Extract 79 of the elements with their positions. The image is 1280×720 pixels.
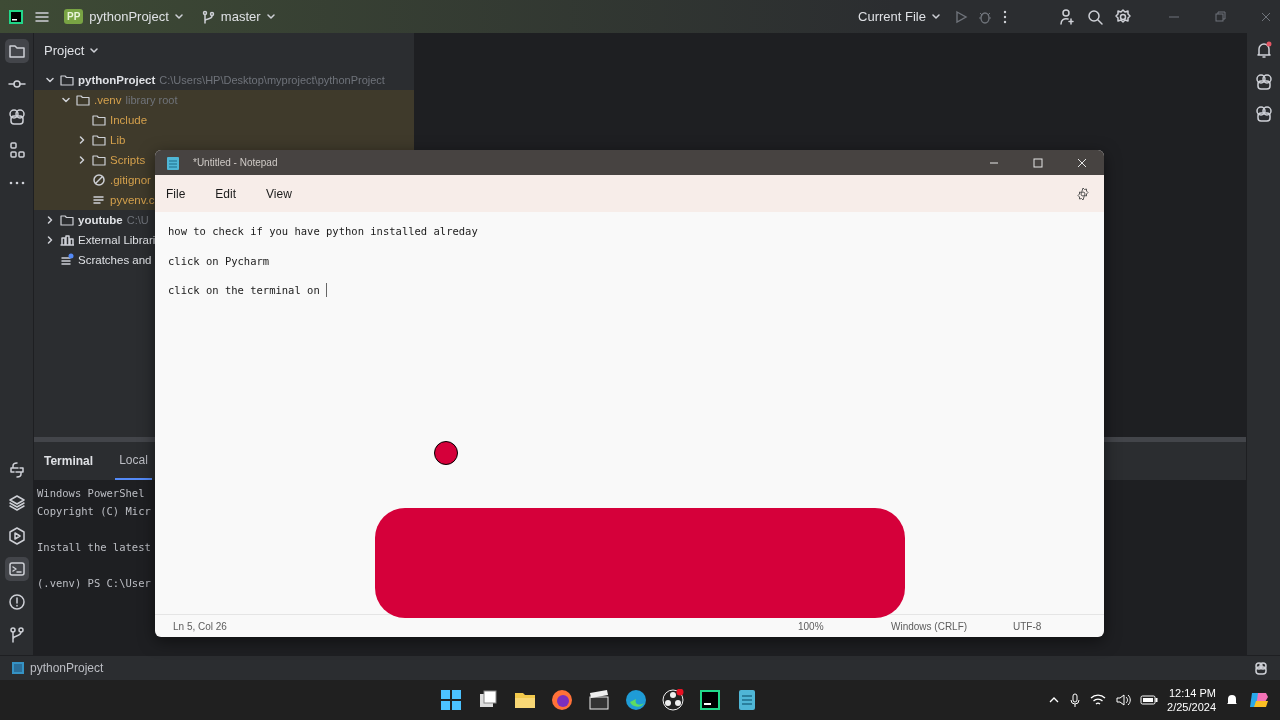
scratch-icon <box>60 253 74 267</box>
chevron-icon <box>174 12 183 21</box>
tree-item[interactable]: Lib <box>110 134 126 146</box>
terminal-line: Windows PowerShel <box>37 487 145 499</box>
robot-icon[interactable] <box>1254 73 1273 91</box>
terminal-line: Install the latest <box>37 541 151 553</box>
project-icon <box>12 662 24 674</box>
microphone-icon[interactable] <box>1069 693 1082 707</box>
clapper-icon[interactable] <box>588 689 611 711</box>
settings-icon[interactable] <box>1076 186 1090 201</box>
breadcrumb[interactable]: pythonProject <box>30 661 104 675</box>
tree-item[interactable]: .venv <box>94 94 122 106</box>
search-icon[interactable] <box>1086 7 1104 26</box>
clock-time[interactable]: 12:14 PM <box>1168 686 1216 700</box>
app-logo-icon[interactable] <box>8 8 24 25</box>
robot-icon[interactable] <box>1254 105 1273 123</box>
menu-item[interactable]: View <box>257 182 301 205</box>
tree-item[interactable]: External Librari <box>78 234 156 246</box>
blocked-icon <box>92 173 106 187</box>
status-text: 100% <box>798 620 825 632</box>
library-icon <box>60 233 74 247</box>
chevron-icon <box>90 46 99 55</box>
tree-item[interactable]: youtube <box>78 214 123 226</box>
browser-icon[interactable] <box>551 689 574 711</box>
settings-icon[interactable] <box>1114 7 1132 26</box>
text-line: click on Pycharm <box>168 253 270 269</box>
path-hint: library root <box>125 94 178 106</box>
menu-item[interactable]: File <box>157 182 195 205</box>
record-icon[interactable] <box>662 689 685 711</box>
maximize-icon[interactable] <box>1033 157 1043 168</box>
bell-icon[interactable] <box>1225 693 1239 707</box>
browser-icon[interactable] <box>625 689 648 711</box>
tree-item[interactable]: pythonProject <box>78 74 156 86</box>
folder-icon <box>76 93 90 107</box>
folder-icon <box>60 213 74 227</box>
folder-icon <box>92 153 106 167</box>
panel-title[interactable]: Project <box>44 43 85 58</box>
text-line: click on the terminal on <box>168 283 321 298</box>
chevron-icon <box>932 12 940 21</box>
add-user-icon[interactable] <box>1058 7 1076 26</box>
panel-title: Terminal <box>44 454 94 468</box>
tree-item[interactable]: Scripts <box>110 154 146 166</box>
chevron-icon <box>266 12 275 21</box>
folder-icon <box>92 113 106 127</box>
file-lines-icon <box>92 193 106 207</box>
robot-icon[interactable] <box>1254 661 1268 675</box>
tree-item[interactable]: Scratches and <box>78 254 152 266</box>
text-line: how to check if you have python installed alreday <box>168 224 478 239</box>
status-text: UTF-8 <box>1013 620 1043 632</box>
branch-selector[interactable]: master <box>196 7 279 26</box>
bug-icon[interactable] <box>978 9 992 24</box>
project-selector[interactable]: PP pythonProject <box>60 7 187 26</box>
status-text: Ln 5, Col 26 <box>173 620 228 632</box>
terminal-line: Copyright (C) Micr <box>37 505 151 517</box>
terminal-tab[interactable]: Local <box>115 442 152 480</box>
notepad-icon <box>167 155 179 170</box>
tree-item[interactable]: Include <box>110 114 148 126</box>
run-config-selector[interactable]: Current File <box>854 7 944 26</box>
terminal-line: (.venv) PS C:\User <box>37 577 151 589</box>
volume-icon[interactable] <box>1115 693 1132 707</box>
bell-icon[interactable] <box>1254 41 1273 59</box>
path-hint: C:\Users\HP\Desktop\myproject\pythonProject <box>159 74 385 86</box>
window-title: *Untitled - Notepad <box>193 157 278 168</box>
menu-item[interactable]: Edit <box>206 182 246 205</box>
folder-icon <box>92 133 106 147</box>
folder-icon <box>60 73 74 87</box>
more-icon[interactable] <box>1002 9 1008 24</box>
branch-icon <box>200 9 215 24</box>
tree-item[interactable]: pyvenv.c <box>110 194 155 206</box>
wifi-icon[interactable] <box>1090 693 1107 707</box>
windows-icon[interactable] <box>440 689 463 711</box>
status-text: Windows (CRLF) <box>891 620 969 632</box>
battery-icon[interactable] <box>1140 694 1159 706</box>
path-hint: C:\U <box>126 214 149 226</box>
text-cursor <box>326 283 328 297</box>
close-icon[interactable] <box>1077 157 1087 168</box>
clock-date[interactable]: 2/25/2024 <box>1167 700 1216 714</box>
pycharm-icon[interactable] <box>699 689 722 711</box>
tree-item[interactable]: .gitignor <box>110 174 151 186</box>
